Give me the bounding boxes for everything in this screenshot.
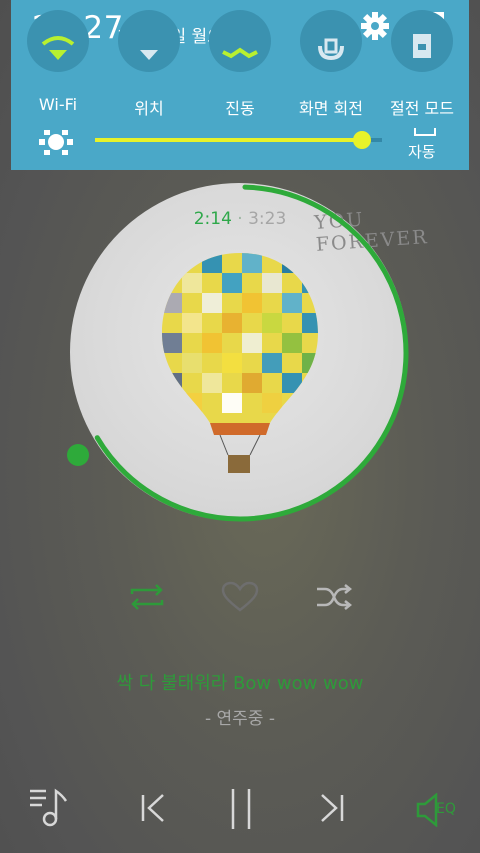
brightness-slider[interactable]	[95, 131, 382, 149]
brightness-slider-fill	[95, 138, 362, 142]
album-art-container: YOU FOREVER 2:14 · 3:23	[70, 183, 429, 523]
tile-rotate-label: 화면 회전	[299, 99, 363, 118]
progress-ring[interactable]	[70, 183, 410, 523]
auto-brightness-toggle[interactable]: 자동	[408, 141, 436, 162]
tile-vibrate-label: 진동	[225, 99, 255, 118]
pause-icon[interactable]	[228, 787, 254, 831]
repeat-icon[interactable]	[128, 582, 166, 612]
playlist-icon[interactable]	[28, 787, 70, 827]
power-saving-icon	[391, 10, 453, 72]
brightness-icon	[39, 130, 73, 155]
rotate-icon	[300, 10, 362, 72]
brightness-slider-thumb[interactable]	[352, 131, 371, 149]
tile-wifi[interactable]: Wi-Fi	[13, 10, 103, 114]
progress-handle[interactable]	[67, 444, 89, 466]
auto-brightness-icon	[414, 128, 436, 136]
previous-track-icon[interactable]	[139, 792, 169, 824]
vibrate-icon	[209, 10, 271, 72]
quick-settings-row: Wi-Fi 위치 진동 화면 회전 절전 모드	[11, 10, 469, 120]
shuffle-icon[interactable]	[315, 583, 353, 611]
tile-location[interactable]: 위치	[104, 10, 194, 118]
tile-vibrate[interactable]: 진동	[195, 10, 285, 118]
lyric-line: 싹 다 불태워라 Bow wow wow	[116, 673, 364, 694]
tile-power-saving[interactable]: 절전 모드	[377, 10, 467, 118]
tile-rotate[interactable]: 화면 회전	[286, 10, 376, 118]
location-icon	[118, 10, 180, 72]
notification-panel: 22:27 10월 3일 월요일 Wi-Fi	[11, 0, 469, 170]
equalizer-button[interactable]: EQ	[416, 792, 456, 828]
equalizer-label: EQ	[436, 801, 456, 817]
heart-icon[interactable]	[221, 581, 259, 613]
wifi-icon	[27, 10, 89, 72]
tile-location-label: 위치	[134, 99, 164, 118]
playback-status: - 연주중 -	[205, 709, 275, 729]
tile-power-saving-label: 절전 모드	[390, 99, 454, 118]
tile-wifi-label: Wi-Fi	[38, 95, 78, 114]
next-track-icon[interactable]	[316, 792, 346, 824]
